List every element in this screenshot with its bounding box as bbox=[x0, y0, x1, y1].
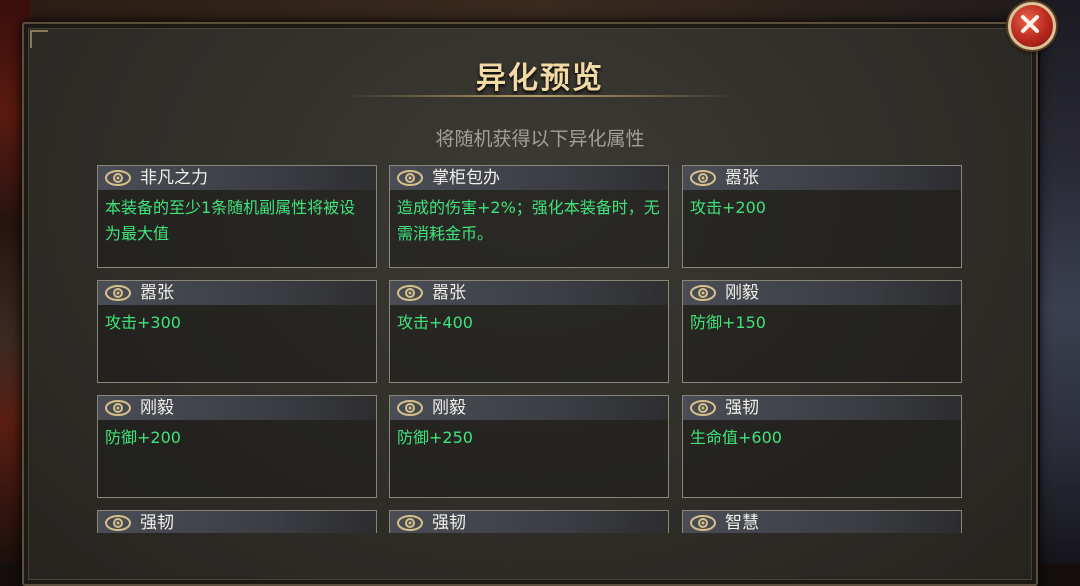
card-effect: 防御+200 bbox=[105, 428, 181, 447]
card-name: 嚣张 bbox=[432, 283, 466, 303]
mutation-card[interactable]: 强韧 bbox=[97, 510, 377, 533]
mutation-card[interactable]: 强韧 bbox=[389, 510, 669, 533]
card-effect: 造成的伤害+2%；强化本装备时，无需消耗金币。 bbox=[397, 198, 660, 243]
eye-icon bbox=[105, 400, 131, 416]
eye-icon bbox=[105, 285, 131, 301]
mutation-card[interactable]: 刚毅 防御+150 bbox=[682, 280, 962, 383]
close-button[interactable] bbox=[1008, 2, 1056, 50]
card-header: 非凡之力 bbox=[98, 166, 376, 190]
mutation-card[interactable]: 刚毅 防御+250 bbox=[389, 395, 669, 498]
card-effect: 攻击+300 bbox=[105, 313, 181, 332]
mutation-card[interactable]: 嚣张 攻击+200 bbox=[682, 165, 962, 268]
dialog-subtitle: 将随机获得以下异化属性 bbox=[435, 128, 645, 150]
panel-corner-ornament bbox=[30, 30, 48, 48]
card-effect: 防御+250 bbox=[397, 428, 473, 447]
eye-icon bbox=[397, 170, 423, 186]
card-effect: 攻击+200 bbox=[690, 198, 766, 217]
card-effect: 生命值+600 bbox=[690, 428, 782, 447]
card-header: 嚣张 bbox=[390, 281, 668, 305]
card-header: 刚毅 bbox=[683, 281, 961, 305]
eye-icon bbox=[690, 285, 716, 301]
mutation-card[interactable]: 掌柜包办 造成的伤害+2%；强化本装备时，无需消耗金币。 bbox=[389, 165, 669, 268]
card-name: 强韧 bbox=[432, 513, 466, 533]
mutation-card[interactable]: 刚毅 防御+200 bbox=[97, 395, 377, 498]
card-name: 智慧 bbox=[725, 513, 759, 533]
card-header: 嚣张 bbox=[98, 281, 376, 305]
card-effect: 本装备的至少1条随机副属性将被设为最大值 bbox=[105, 198, 356, 243]
card-name: 掌柜包办 bbox=[432, 168, 500, 188]
card-header: 掌柜包办 bbox=[390, 166, 668, 190]
eye-icon bbox=[397, 400, 423, 416]
eye-icon bbox=[105, 170, 131, 186]
card-name: 嚣张 bbox=[140, 283, 174, 303]
card-name: 刚毅 bbox=[140, 398, 174, 418]
game-background-top bbox=[0, 0, 1080, 22]
card-header: 嚣张 bbox=[683, 166, 961, 190]
mutation-card[interactable]: 强韧 生命值+600 bbox=[682, 395, 962, 498]
card-effect: 攻击+400 bbox=[397, 313, 473, 332]
card-name: 嚣张 bbox=[725, 168, 759, 188]
eye-icon bbox=[690, 170, 716, 186]
mutation-card[interactable]: 非凡之力 本装备的至少1条随机副属性将被设为最大值 bbox=[97, 165, 377, 268]
eye-icon bbox=[397, 285, 423, 301]
eye-icon bbox=[690, 400, 716, 416]
eye-icon bbox=[397, 515, 423, 531]
card-name: 刚毅 bbox=[432, 398, 466, 418]
card-name: 强韧 bbox=[140, 513, 174, 533]
mutation-card[interactable]: 嚣张 攻击+400 bbox=[389, 280, 669, 383]
close-x-icon bbox=[1021, 15, 1039, 33]
mutation-grid: 非凡之力 本装备的至少1条随机副属性将被设为最大值 掌柜包办 造成的伤害+2%；… bbox=[97, 165, 964, 533]
card-effect: 防御+150 bbox=[690, 313, 766, 332]
card-name: 刚毅 bbox=[725, 283, 759, 303]
card-name: 非凡之力 bbox=[140, 168, 208, 188]
eye-icon bbox=[105, 515, 131, 531]
card-header: 智慧 bbox=[683, 511, 961, 533]
card-header: 强韧 bbox=[683, 396, 961, 420]
mutation-card[interactable]: 嚣张 攻击+300 bbox=[97, 280, 377, 383]
mutation-card[interactable]: 智慧 bbox=[682, 510, 962, 533]
card-header: 强韧 bbox=[98, 511, 376, 533]
card-header: 刚毅 bbox=[98, 396, 376, 420]
card-header: 强韧 bbox=[390, 511, 668, 533]
card-name: 强韧 bbox=[725, 398, 759, 418]
card-header: 刚毅 bbox=[390, 396, 668, 420]
dialog-title: 异化预览 bbox=[476, 61, 604, 96]
eye-icon bbox=[690, 515, 716, 531]
title-underline bbox=[345, 95, 735, 97]
